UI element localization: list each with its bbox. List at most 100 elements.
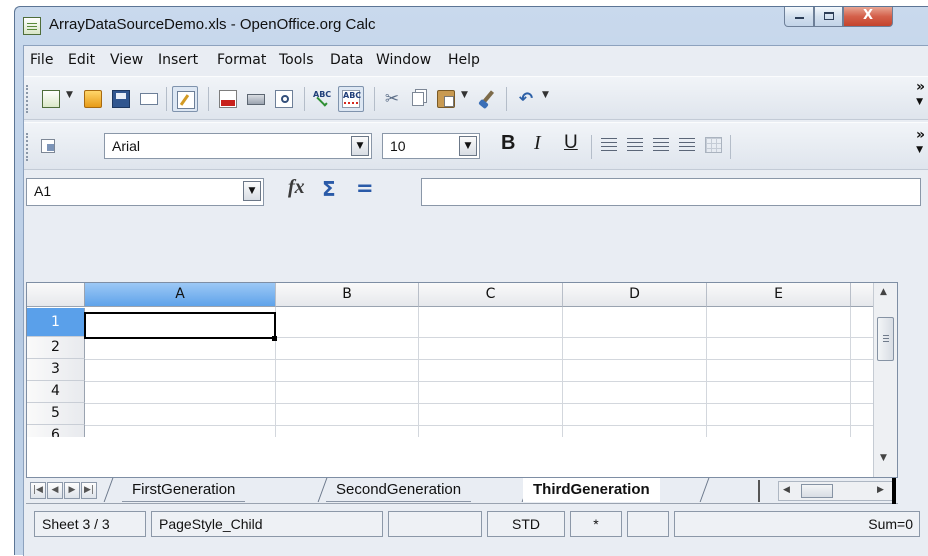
status-signature[interactable] (627, 511, 669, 537)
fill-handle[interactable] (272, 336, 277, 341)
paste-button[interactable] (435, 88, 457, 110)
column-header-f[interactable] (851, 283, 875, 307)
autospellcheck-button[interactable]: ABC (338, 86, 364, 112)
close-button[interactable]: X (843, 7, 893, 27)
page-preview-button[interactable] (273, 88, 295, 110)
align-center-icon[interactable] (627, 138, 643, 152)
justify-icon[interactable] (679, 138, 695, 152)
save-button[interactable] (110, 88, 132, 110)
status-modified[interactable]: * (570, 511, 622, 537)
status-sheet[interactable]: Sheet 3 / 3 (34, 511, 146, 537)
undo-dropdown-icon[interactable]: ▼ (542, 90, 549, 100)
merge-cells-icon[interactable] (705, 137, 722, 153)
cut-button[interactable]: ✂ (381, 88, 403, 110)
align-right-icon[interactable] (653, 138, 669, 152)
name-box[interactable]: A1 ▼ (26, 178, 264, 206)
underline-button[interactable]: U (564, 132, 578, 154)
sheet-tab-secondgeneration[interactable]: SecondGeneration (326, 478, 472, 502)
menu-edit[interactable]: Edit (68, 52, 95, 68)
toolbar-grip[interactable] (26, 85, 29, 113)
align-left-icon[interactable] (601, 138, 617, 152)
sheet-tab-thirdgeneration[interactable]: ThirdGeneration (523, 478, 660, 502)
export-pdf-button[interactable] (217, 88, 239, 110)
menu-help[interactable]: Help (448, 52, 480, 68)
row-header-4[interactable]: 4 (27, 381, 85, 403)
vertical-scroll-thumb[interactable] (877, 317, 894, 361)
spellcheck-button[interactable]: ABC (311, 88, 333, 110)
scroll-right-icon[interactable]: ▶ (877, 485, 884, 495)
title-bar[interactable]: ArrayDataSourceDemo.xls - OpenOffice.org… (15, 7, 928, 45)
envelope-icon (140, 93, 158, 105)
row-header-3[interactable]: 3 (27, 359, 85, 381)
toolbar-options-icon[interactable]: ▼ (916, 97, 923, 107)
row-header-6[interactable]: 6 (27, 425, 85, 437)
next-sheet-button[interactable]: ▶ (64, 482, 80, 499)
scroll-down-icon[interactable]: ▼ (880, 453, 887, 463)
horizontal-scroll-thumb[interactable] (801, 484, 833, 498)
toolbar-grip[interactable] (26, 133, 29, 161)
first-sheet-button[interactable]: |◀ (30, 482, 46, 499)
undo-button[interactable]: ↶ (515, 88, 537, 110)
new-button[interactable] (40, 88, 62, 110)
column-header-d[interactable]: D (563, 283, 707, 307)
font-size-dropdown-icon[interactable]: ▼ (459, 136, 477, 156)
equals-icon[interactable]: = (356, 176, 374, 200)
copy-button[interactable] (409, 88, 431, 110)
menu-format[interactable]: Format (217, 52, 266, 68)
toolbar-overflow-icon[interactable]: » (916, 127, 925, 143)
column-header-e[interactable]: E (707, 283, 851, 307)
status-page-style[interactable]: PageStyle_Child (151, 511, 383, 537)
bold-button[interactable]: B (501, 132, 515, 155)
sheet-tab-firstgeneration[interactable]: FirstGeneration (122, 478, 246, 502)
scroll-left-icon[interactable]: ◀ (783, 485, 790, 495)
vertical-scrollbar[interactable]: ▲ ▼ (873, 283, 897, 477)
scroll-up-icon[interactable]: ▲ (880, 287, 887, 297)
row-header-5[interactable]: 5 (27, 403, 85, 425)
formula-input[interactable] (421, 178, 921, 206)
status-sum[interactable]: Sum=0 (674, 511, 920, 537)
column-header-c[interactable]: C (419, 283, 563, 307)
status-selection-mode[interactable]: STD (487, 511, 565, 537)
paste-dropdown-icon[interactable]: ▼ (461, 90, 468, 100)
menu-insert[interactable]: Insert (158, 52, 198, 68)
email-button[interactable] (138, 88, 160, 110)
column-header-b[interactable]: B (276, 283, 419, 307)
font-name-combo[interactable]: Arial ▼ (104, 133, 372, 159)
maximize-button[interactable] (814, 7, 843, 27)
selected-cell-a1[interactable] (84, 312, 276, 339)
select-all-corner[interactable] (27, 283, 85, 307)
row-header-2[interactable]: 2 (27, 337, 85, 359)
column-header-a[interactable]: A (85, 283, 276, 307)
function-wizard-icon[interactable]: fx (288, 176, 305, 199)
spreadsheet-grid[interactable]: A B C D E 1 2 3 4 5 6 ▲ ▼ (26, 282, 898, 478)
menu-data[interactable]: Data (330, 52, 363, 68)
row-header-1[interactable]: 1 (27, 308, 85, 337)
window-edge (892, 478, 896, 504)
toolbar-overflow-icon[interactable]: » (916, 79, 925, 95)
font-size-combo[interactable]: 10 ▼ (382, 133, 480, 159)
sum-icon[interactable]: Σ (322, 177, 336, 201)
clone-formatting-button[interactable] (476, 88, 498, 110)
preview-magnifier-icon (275, 90, 293, 108)
font-name-dropdown-icon[interactable]: ▼ (351, 136, 369, 156)
menu-view[interactable]: View (110, 52, 143, 68)
sheet-tab-bar: |◀ ◀ ▶ ▶| FirstGeneration SecondGenerati… (26, 478, 898, 504)
italic-button[interactable]: I (534, 132, 541, 155)
previous-sheet-button[interactable]: ◀ (47, 482, 63, 499)
tab-splitter[interactable] (758, 480, 760, 502)
open-button[interactable] (82, 88, 104, 110)
styles-button[interactable] (38, 136, 60, 158)
new-dropdown-icon[interactable]: ▼ (66, 90, 73, 100)
minimize-button[interactable] (784, 7, 814, 27)
horizontal-scrollbar[interactable]: ◀ ▶ (778, 481, 896, 501)
status-zoom[interactable] (388, 511, 482, 537)
toolbar-options-icon[interactable]: ▼ (916, 145, 923, 155)
menu-file[interactable]: File (30, 52, 53, 68)
edit-file-button[interactable] (172, 86, 198, 112)
print-button[interactable] (245, 88, 267, 110)
name-box-dropdown-icon[interactable]: ▼ (243, 181, 261, 201)
separator (730, 135, 731, 159)
last-sheet-button[interactable]: ▶| (81, 482, 97, 499)
menu-tools[interactable]: Tools (279, 52, 314, 68)
menu-window[interactable]: Window (376, 52, 431, 68)
